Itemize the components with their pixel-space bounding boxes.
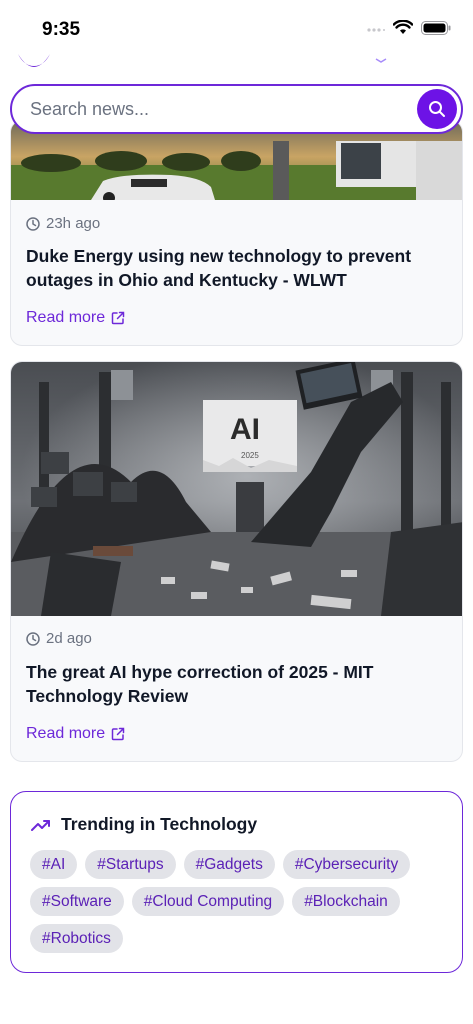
article-card[interactable]: AI 2025 2d ago The great AI hype correct… xyxy=(10,361,463,762)
external-link-icon xyxy=(111,727,125,741)
read-more-label: Read more xyxy=(26,725,106,742)
signal-icon xyxy=(367,27,385,32)
status-time: 9:35 xyxy=(42,19,81,40)
image-year-text: 2025 xyxy=(241,451,259,460)
clock-icon xyxy=(26,216,40,231)
status-icons xyxy=(367,20,451,35)
trending-header: Trending in Technology xyxy=(31,814,257,835)
search-icon xyxy=(429,101,445,117)
article-image: AI 2025 xyxy=(11,362,462,616)
tag-chip[interactable]: #AI xyxy=(30,850,78,879)
tag-chip[interactable]: #Robotics xyxy=(30,924,123,953)
read-more-link[interactable]: Read more xyxy=(26,725,125,743)
article-meta: 2d ago xyxy=(26,630,92,647)
tag-chip[interactable]: #Startups xyxy=(85,850,176,879)
status-bar: 9:35 xyxy=(0,0,473,54)
article-time: 23h ago xyxy=(46,215,101,232)
tag-chip[interactable]: #Cybersecurity xyxy=(282,850,411,879)
article-time: 2d ago xyxy=(46,630,92,647)
trending-section: Trending in Technology #AI #Startups #Ga… xyxy=(10,791,463,973)
article-card[interactable]: 23h ago Duke Energy using new technology… xyxy=(10,120,463,346)
trending-up-icon xyxy=(31,819,50,831)
article-meta: 23h ago xyxy=(26,215,100,232)
clock-icon xyxy=(26,631,40,646)
wifi-icon xyxy=(393,20,413,34)
tag-chip[interactable]: #Blockchain xyxy=(292,887,400,916)
article-title[interactable]: The great AI hype correction of 2025 - M… xyxy=(26,660,446,708)
image-ai-text: AI xyxy=(230,413,260,446)
tag-chip[interactable]: #Software xyxy=(30,887,124,916)
trending-title: Trending in Technology xyxy=(61,814,258,834)
search-input[interactable] xyxy=(30,86,410,132)
read-more-link[interactable]: Read more xyxy=(26,309,125,327)
tag-chip[interactable]: #Gadgets xyxy=(183,850,275,879)
battery-icon xyxy=(421,20,451,35)
external-link-icon xyxy=(111,311,125,325)
search-bar xyxy=(10,84,463,134)
tag-chip[interactable]: #Cloud Computing xyxy=(131,887,285,916)
article-title[interactable]: Duke Energy using new technology to prev… xyxy=(26,244,446,292)
search-button[interactable] xyxy=(417,89,457,129)
trending-tags: #AI #Startups #Gadgets #Cybersecurity #S… xyxy=(30,850,450,953)
read-more-label: Read more xyxy=(26,309,106,326)
